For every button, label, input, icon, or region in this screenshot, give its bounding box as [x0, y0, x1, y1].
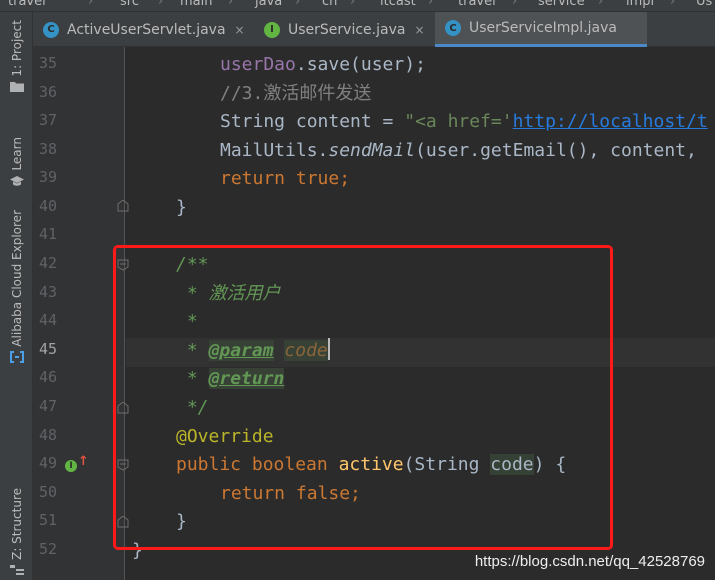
- code-line-45: * @param code: [176, 338, 330, 361]
- code-line-37: String content = "<a href='http://localh…: [220, 111, 708, 132]
- implements-method-icon[interactable]: I: [65, 460, 77, 472]
- code-line-42: /**: [176, 254, 209, 275]
- breadcrumb-item[interactable]: travel: [458, 0, 496, 9]
- code-line-39: return true;: [220, 168, 351, 189]
- breadcrumb-separator: ›: [88, 0, 94, 9]
- line-number: 35: [38, 54, 57, 72]
- line-number: 46: [38, 368, 57, 386]
- breadcrumb-separator: ›: [598, 0, 604, 9]
- current-line-number: 45: [38, 340, 57, 358]
- breadcrumb: travel › src › main › java › cn › itcast…: [0, 0, 715, 12]
- breadcrumb-item[interactable]: java: [255, 0, 282, 9]
- breadcrumb-item[interactable]: cn: [322, 0, 337, 9]
- class-icon: C: [445, 20, 461, 36]
- breadcrumb-item[interactable]: service: [538, 0, 585, 9]
- interface-icon: I: [264, 21, 280, 38]
- breadcrumb-item[interactable]: main: [180, 0, 212, 9]
- code-line-52: }: [132, 540, 143, 561]
- close-icon[interactable]: ×: [235, 23, 245, 37]
- line-number: 37: [38, 111, 57, 129]
- code-line-43: * 激活用户: [176, 283, 281, 304]
- line-number: 48: [38, 426, 57, 444]
- breadcrumb-separator: ›: [228, 0, 234, 9]
- line-number: 43: [38, 283, 57, 301]
- code-line-40: }: [176, 197, 187, 218]
- code-editor[interactable]: userDao.save(user); //3.激活邮件发送 String co…: [126, 47, 715, 580]
- code-line-50: return false;: [220, 483, 361, 504]
- code-line-44: *: [176, 311, 198, 332]
- project-tool-label: 1: Project: [9, 20, 24, 77]
- code-line-47: */: [176, 397, 209, 418]
- code-line-51: }: [176, 511, 187, 532]
- code-line-38: MailUtils.sendMail(user.getEmail(), cont…: [220, 140, 697, 161]
- graduation-cap-icon: [9, 175, 24, 187]
- text-caret: [327, 338, 330, 360]
- close-icon[interactable]: ×: [414, 23, 424, 37]
- line-number: 51: [38, 511, 57, 529]
- code-line-46: * @return: [176, 368, 285, 389]
- line-number: 49: [38, 454, 57, 472]
- line-number: 41: [38, 225, 57, 243]
- alibaba-cloud-explorer-tab[interactable]: Alibaba Cloud Explorer: [0, 210, 33, 363]
- breadcrumb-separator: ›: [158, 0, 164, 9]
- code-line-48: @Override: [176, 426, 274, 447]
- tab-active-user-servlet[interactable]: C ActiveUserServlet.java ×: [33, 12, 254, 47]
- code-line-49: public boolean active(String code) {: [176, 454, 567, 475]
- line-number: 42: [38, 254, 57, 272]
- tab-user-service[interactable]: I UserService.java ×: [254, 12, 433, 47]
- tab-user-service-impl[interactable]: C UserServiceImpl.java: [435, 12, 647, 47]
- editor-tab-bar: C ActiveUserServlet.java × I UserService…: [33, 12, 715, 47]
- line-number: 50: [38, 483, 57, 501]
- tool-window-strip: 1: Project Learn Alibaba Cloud Explorer …: [0, 12, 33, 580]
- line-number: 44: [38, 311, 57, 329]
- structure-icon: [9, 564, 24, 576]
- structure-tool-tab[interactable]: Z: Structure: [0, 488, 33, 576]
- breadcrumb-separator: ›: [350, 0, 356, 9]
- structure-tool-label: Z: Structure: [9, 488, 24, 560]
- line-number: 38: [38, 140, 57, 158]
- watermark: https://blog.csdn.net/qq_42528769: [474, 553, 705, 570]
- code-line-35: userDao.save(user);: [220, 54, 426, 75]
- folder-icon: [9, 81, 24, 93]
- breadcrumb-item[interactable]: itcast: [380, 0, 416, 9]
- breadcrumb-separator: ›: [428, 0, 434, 9]
- class-icon: C: [43, 21, 59, 38]
- breadcrumb-item[interactable]: impl: [626, 0, 654, 9]
- line-number: 52: [38, 540, 57, 558]
- editor-gutter[interactable]: 35 36 37 38 39 40 41 42 43 44 45 46 47 4…: [33, 47, 129, 580]
- learn-tool-tab[interactable]: Learn: [0, 137, 33, 187]
- alibaba-cloud-explorer-label: Alibaba Cloud Explorer: [9, 210, 24, 347]
- arrow-up-icon[interactable]: ↑: [78, 454, 89, 469]
- learn-tool-label: Learn: [9, 137, 24, 171]
- line-number: 47: [38, 397, 57, 415]
- alibaba-cloud-icon: [9, 350, 24, 363]
- line-number: 40: [38, 197, 57, 215]
- tab-label: UserServiceImpl.java: [469, 20, 617, 36]
- tab-label: UserService.java: [288, 21, 406, 38]
- breadcrumb-item[interactable]: src: [120, 0, 139, 9]
- project-tool-tab[interactable]: 1: Project: [0, 20, 33, 93]
- breadcrumb-separator: ›: [670, 0, 676, 9]
- line-number: 36: [38, 83, 57, 101]
- line-number: 39: [38, 168, 57, 186]
- breadcrumb-separator: ›: [512, 0, 518, 9]
- breadcrumb-item[interactable]: travel: [8, 0, 46, 9]
- breadcrumb-separator: ›: [295, 0, 301, 9]
- breadcrumb-item[interactable]: Us: [696, 0, 712, 9]
- tab-label: ActiveUserServlet.java: [67, 21, 226, 38]
- code-line-36: //3.激活邮件发送: [220, 83, 372, 104]
